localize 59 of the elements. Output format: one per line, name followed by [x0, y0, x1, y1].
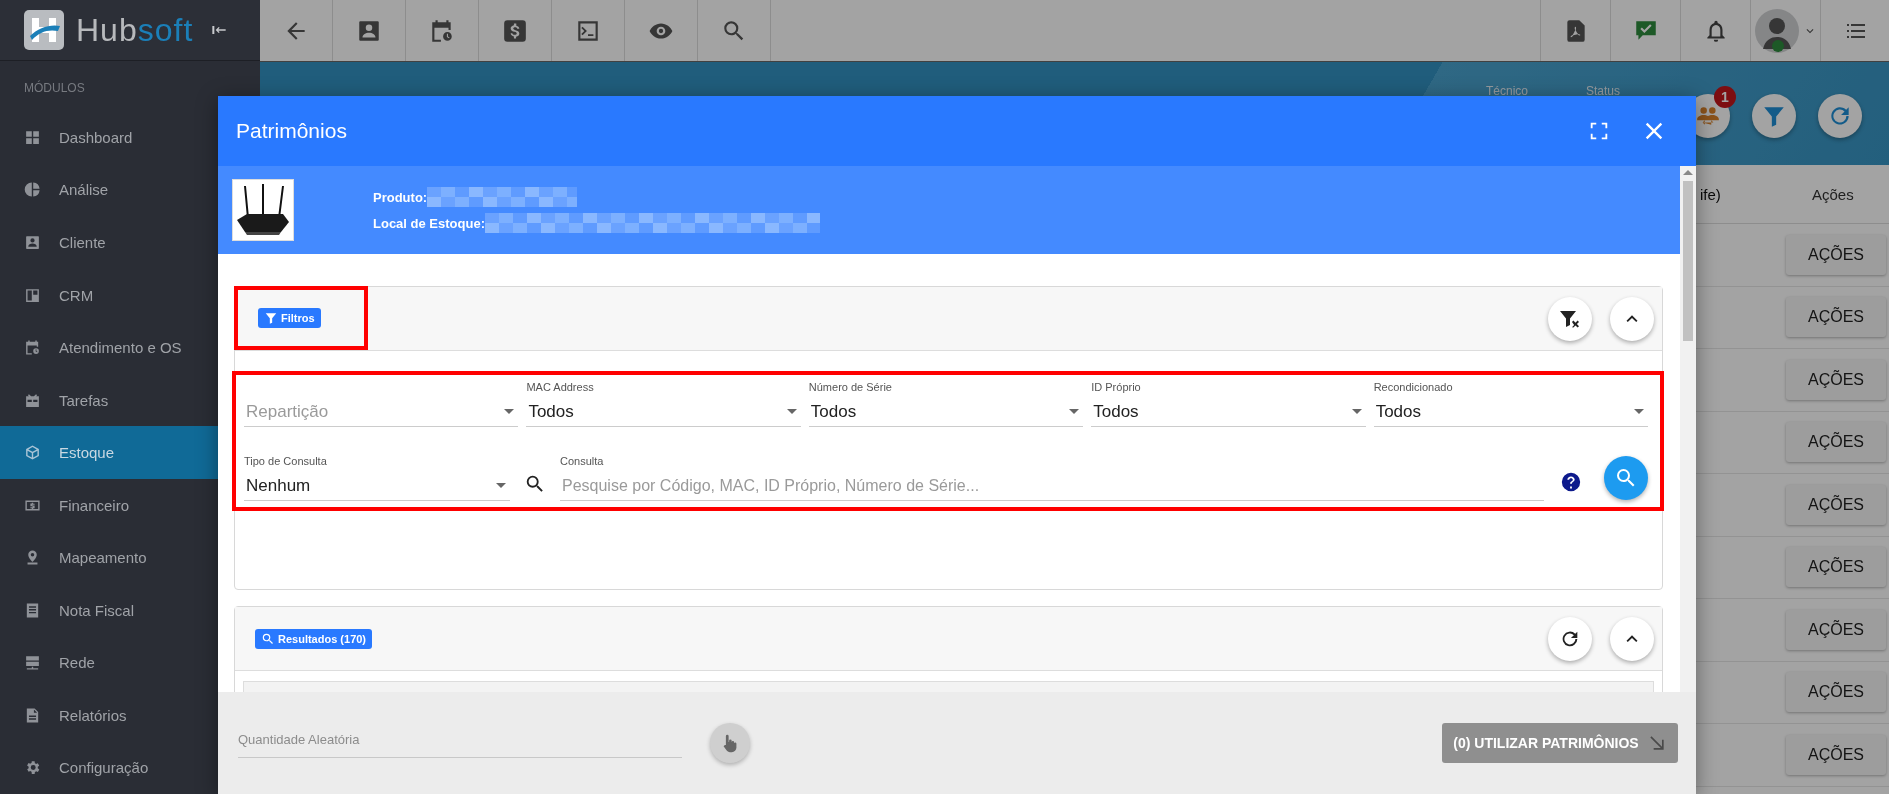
fullscreen-icon[interactable] [1588, 120, 1610, 142]
select-field[interactable]: MAC Address Todos [526, 381, 801, 427]
field-label: Produto: [373, 189, 428, 205]
nav-item[interactable]: Cliente [0, 216, 260, 269]
pie-chart-icon [24, 181, 41, 199]
nav-item[interactable]: CRM [0, 268, 260, 322]
search-field[interactable]: Pesquise por Código, MAC, ID Próprio, Número de Série... [560, 471, 1544, 501]
brand-name: Hubsoft [76, 11, 194, 49]
actions-button[interactable]: AÇÕES [1786, 297, 1886, 338]
search-icon [261, 631, 275, 646]
field-label: Consulta [560, 455, 605, 469]
board-icon [24, 286, 41, 304]
filter-icon [264, 311, 278, 325]
column-label: Técnico [1486, 84, 1530, 98]
nav-item[interactable]: Mapeamento [0, 531, 260, 584]
column-label: Status [1586, 84, 1622, 98]
dollar-icon[interactable] [502, 17, 528, 44]
document-icon [24, 601, 41, 619]
gear-icon [24, 759, 41, 777]
help-icon[interactable] [1560, 471, 1582, 493]
clear-filters-button[interactable] [1548, 296, 1592, 341]
quantity-field[interactable]: Quantidade Aleatória [238, 728, 682, 758]
actions-button[interactable]: AÇÕES [1786, 547, 1886, 588]
section-heading: MÓDULOS [23, 79, 86, 98]
actions-button[interactable]: AÇÕES [1786, 484, 1886, 525]
calendar-clock-icon[interactable] [429, 17, 455, 44]
avatar-icon[interactable] [1754, 8, 1799, 53]
pick-button[interactable] [710, 723, 750, 763]
notification-badge: 1 [1714, 86, 1736, 108]
search-button[interactable] [1604, 456, 1648, 500]
field-label: Local de Estoque: [373, 215, 485, 231]
nav-item[interactable]: Análise [0, 163, 260, 217]
results-tab[interactable]: Resultados (170) [255, 628, 373, 649]
select-field[interactable]: ID Próprio Todos [1091, 381, 1366, 427]
column-header: Ações [1812, 185, 1854, 203]
person-card-icon [24, 234, 41, 251]
search-icon[interactable] [524, 473, 546, 495]
cube-icon [24, 444, 41, 462]
actions-button[interactable]: AÇÕES [1786, 422, 1886, 463]
scrollbar[interactable] [1680, 166, 1696, 692]
logo-icon [24, 10, 64, 51]
refresh-button[interactable] [1548, 616, 1592, 661]
filters-tab[interactable]: Filtros [258, 308, 321, 328]
file-icon [24, 706, 41, 724]
calendar-clock-icon [24, 339, 41, 357]
server-icon [24, 654, 41, 672]
actions-button[interactable]: AÇÕES [1786, 234, 1886, 275]
actions-button[interactable]: AÇÕES [1786, 359, 1886, 400]
select-field[interactable]: Número de Série Todos [808, 381, 1084, 427]
select-field[interactable]: Repartição [244, 381, 519, 427]
column-header: ife) [1700, 185, 1722, 203]
nav-item[interactable]: Atendimento e OS [0, 321, 260, 374]
actions-button[interactable]: AÇÕES [1786, 734, 1886, 775]
grid-icon [24, 128, 41, 146]
actions-button[interactable]: AÇÕES [1786, 672, 1886, 713]
modal-title: Patrimônios [236, 119, 348, 143]
filter-button[interactable] [1752, 94, 1796, 138]
select-field[interactable]: Recondicionado Todos [1373, 381, 1649, 427]
actions-button[interactable]: AÇÕES [1786, 609, 1886, 650]
